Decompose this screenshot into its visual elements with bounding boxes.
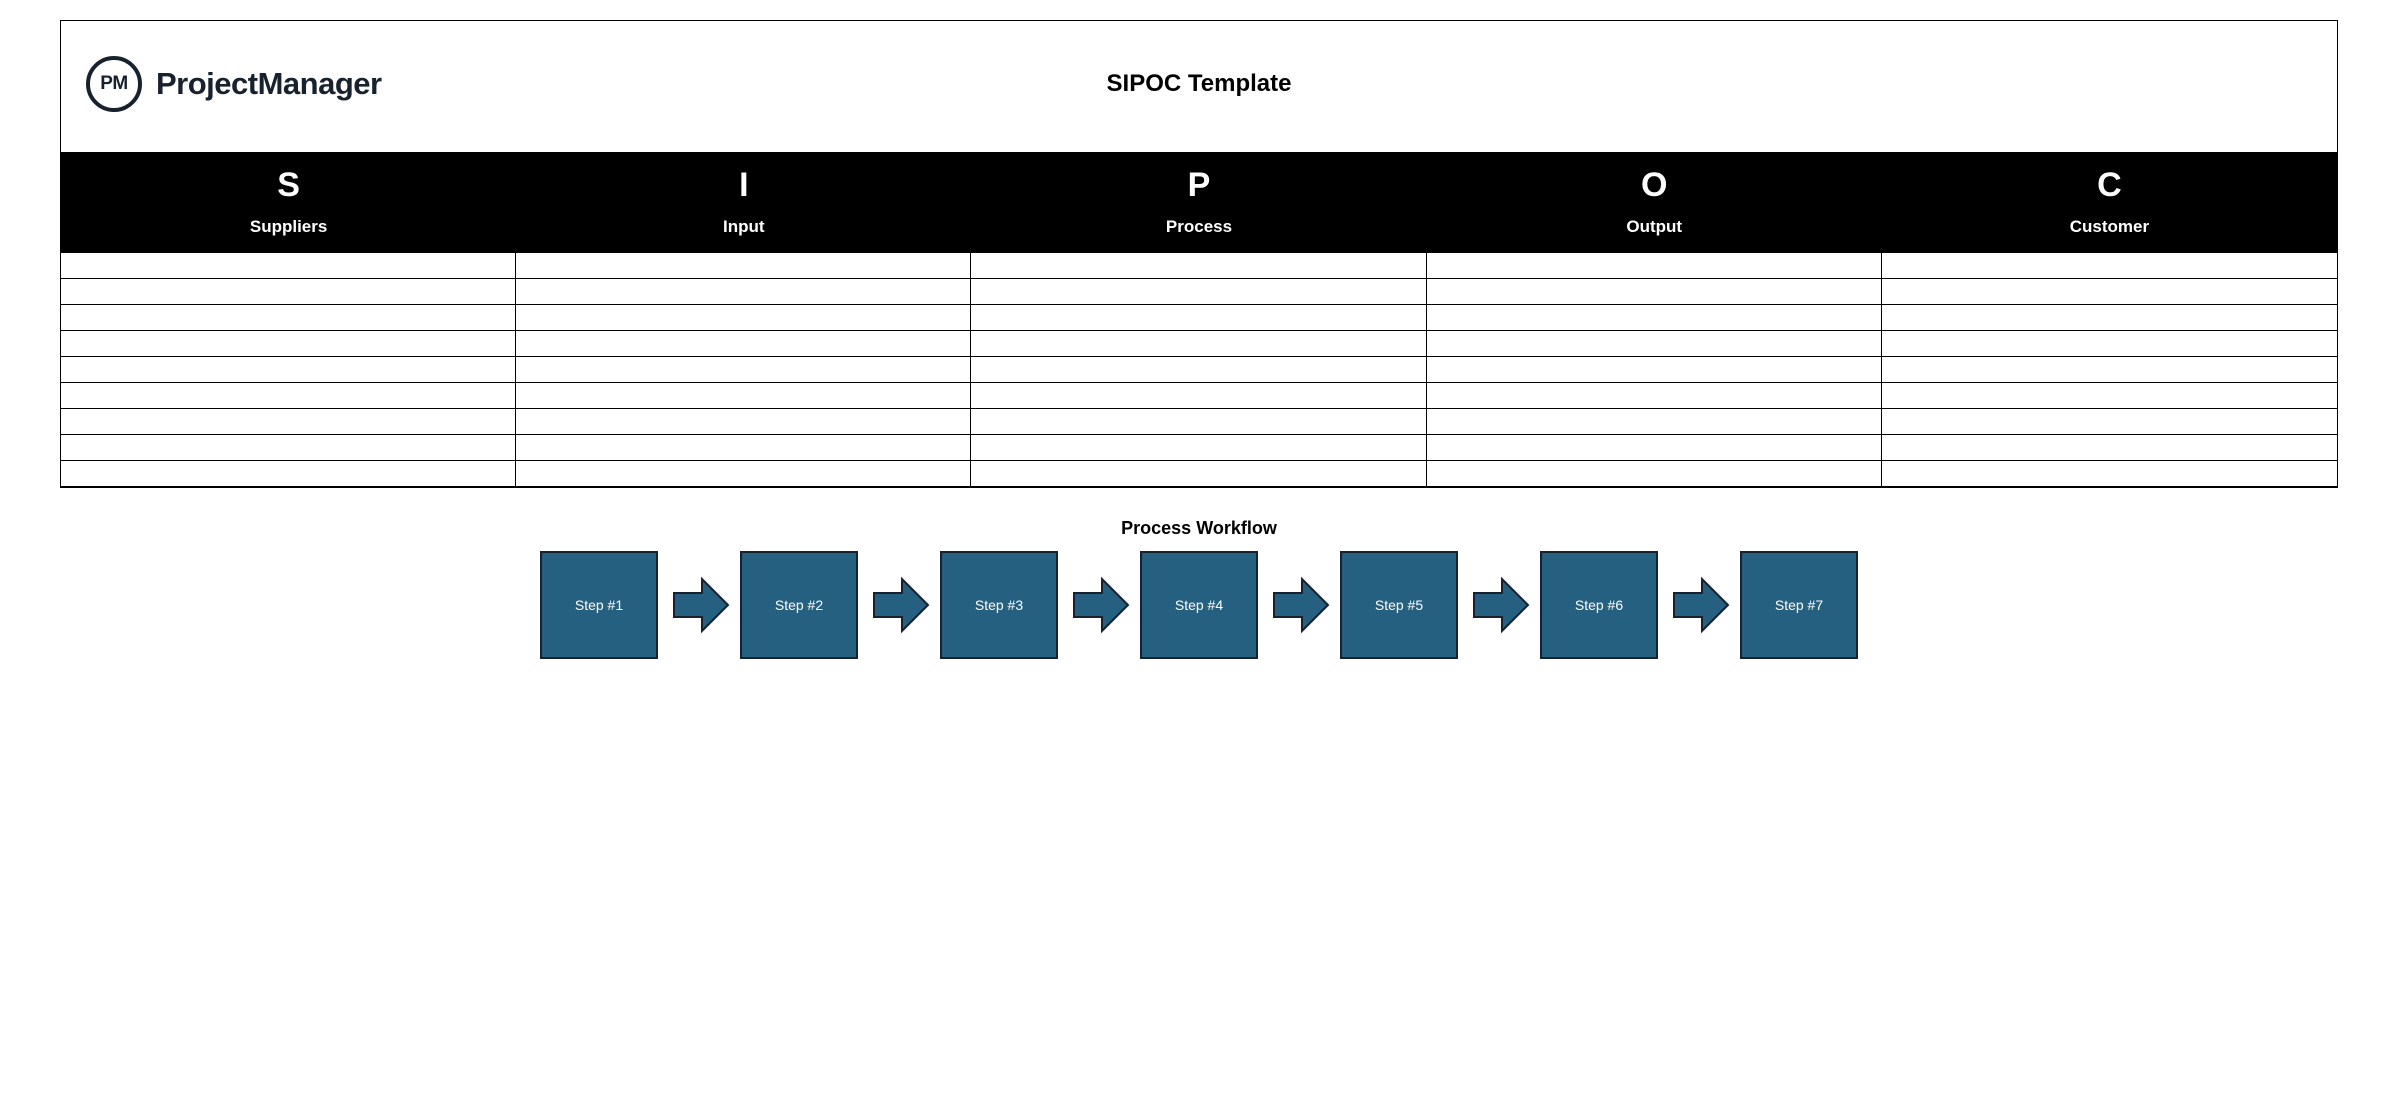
table-cell[interactable]	[1427, 383, 1882, 409]
arrow-right-icon	[1072, 575, 1130, 635]
table-cell[interactable]	[1427, 331, 1882, 357]
arrow-right-icon	[1472, 575, 1530, 635]
col-letter: C	[1882, 166, 2337, 205]
pm-logo-icon: PM	[86, 56, 142, 112]
step-box: Step #4	[1140, 551, 1258, 659]
col-output: O Output	[1427, 152, 1882, 253]
arrow-right-icon	[1672, 575, 1730, 635]
arrow-right-icon	[672, 575, 730, 635]
step-box: Step #3	[940, 551, 1058, 659]
step-box: Step #5	[1340, 551, 1458, 659]
step-label: Step #6	[1575, 597, 1623, 613]
table-cell[interactable]	[971, 279, 1426, 305]
table-cell[interactable]	[61, 305, 516, 331]
table-cell[interactable]	[61, 383, 516, 409]
table-cell[interactable]	[971, 409, 1426, 435]
step-label: Step #1	[575, 597, 623, 613]
logo-group: PM ProjectManager	[86, 56, 382, 112]
workflow-step: Step #2	[740, 551, 858, 659]
table-cell[interactable]	[516, 409, 971, 435]
sipoc-header-band: S Suppliers I Input P Process O Output C…	[61, 152, 2337, 253]
arrow-right-icon	[872, 575, 930, 635]
table-cell[interactable]	[1427, 409, 1882, 435]
col-label: Customer	[1882, 217, 2337, 237]
table-cell[interactable]	[1882, 305, 2337, 331]
col-suppliers: S Suppliers	[61, 152, 516, 253]
workflow-title: Process Workflow	[60, 518, 2338, 539]
table-cell[interactable]	[1882, 279, 2337, 305]
sipoc-grid	[61, 253, 2337, 487]
table-cell[interactable]	[516, 253, 971, 279]
col-letter: I	[516, 166, 971, 205]
col-process: P Process	[971, 152, 1426, 253]
col-letter: S	[61, 166, 516, 205]
step-label: Step #3	[975, 597, 1023, 613]
arrow-right-icon	[1272, 575, 1330, 635]
col-label: Suppliers	[61, 217, 516, 237]
step-label: Step #2	[775, 597, 823, 613]
table-cell[interactable]	[516, 357, 971, 383]
step-label: Step #5	[1375, 597, 1423, 613]
table-cell[interactable]	[971, 305, 1426, 331]
table-cell[interactable]	[1882, 383, 2337, 409]
table-cell[interactable]	[516, 383, 971, 409]
col-input: I Input	[516, 152, 971, 253]
step-label: Step #7	[1775, 597, 1823, 613]
table-cell[interactable]	[61, 357, 516, 383]
table-cell[interactable]	[1427, 279, 1882, 305]
table-cell[interactable]	[516, 305, 971, 331]
col-label: Output	[1427, 217, 1882, 237]
col-customer: C Customer	[1882, 152, 2337, 253]
step-box: Step #6	[1540, 551, 1658, 659]
table-cell[interactable]	[516, 331, 971, 357]
table-cell[interactable]	[1882, 461, 2337, 487]
table-cell[interactable]	[971, 253, 1426, 279]
table-cell[interactable]	[971, 461, 1426, 487]
table-cell[interactable]	[1882, 331, 2337, 357]
table-cell[interactable]	[971, 435, 1426, 461]
workflow-step: Step #1	[540, 551, 658, 659]
step-box: Step #2	[740, 551, 858, 659]
table-cell[interactable]	[1427, 305, 1882, 331]
header: PM ProjectManager SIPOC Template	[61, 21, 2337, 152]
table-cell[interactable]	[516, 279, 971, 305]
table-cell[interactable]	[1882, 409, 2337, 435]
table-cell[interactable]	[971, 331, 1426, 357]
table-cell[interactable]	[1882, 357, 2337, 383]
table-cell[interactable]	[61, 409, 516, 435]
brand-name: ProjectManager	[156, 66, 382, 102]
col-letter: P	[971, 166, 1426, 205]
table-cell[interactable]	[61, 331, 516, 357]
step-box: Step #7	[1740, 551, 1858, 659]
table-cell[interactable]	[971, 357, 1426, 383]
logo-text: PM	[100, 73, 128, 95]
table-cell[interactable]	[516, 461, 971, 487]
table-cell[interactable]	[1427, 461, 1882, 487]
table-cell[interactable]	[971, 383, 1426, 409]
sipoc-container: PM ProjectManager SIPOC Template S Suppl…	[60, 20, 2338, 488]
table-cell[interactable]	[1427, 435, 1882, 461]
workflow-step: Step #6	[1540, 551, 1658, 659]
step-box: Step #1	[540, 551, 658, 659]
workflow-step: Step #3	[940, 551, 1058, 659]
workflow-step: Step #4	[1140, 551, 1258, 659]
table-cell[interactable]	[61, 253, 516, 279]
col-label: Input	[516, 217, 971, 237]
col-letter: O	[1427, 166, 1882, 205]
workflow-row: Step #1 Step #2 Step #3 Step #4 Step #5 Step …	[60, 551, 2338, 677]
table-cell[interactable]	[61, 279, 516, 305]
workflow-step: Step #5	[1340, 551, 1458, 659]
table-cell[interactable]	[1427, 253, 1882, 279]
table-cell[interactable]	[1882, 435, 2337, 461]
table-cell[interactable]	[61, 435, 516, 461]
table-cell[interactable]	[1882, 253, 2337, 279]
page-title: SIPOC Template	[1107, 70, 1292, 98]
col-label: Process	[971, 217, 1426, 237]
workflow-step: Step #7	[1740, 551, 1858, 659]
step-label: Step #4	[1175, 597, 1223, 613]
table-cell[interactable]	[516, 435, 971, 461]
table-cell[interactable]	[1427, 357, 1882, 383]
table-cell[interactable]	[61, 461, 516, 487]
